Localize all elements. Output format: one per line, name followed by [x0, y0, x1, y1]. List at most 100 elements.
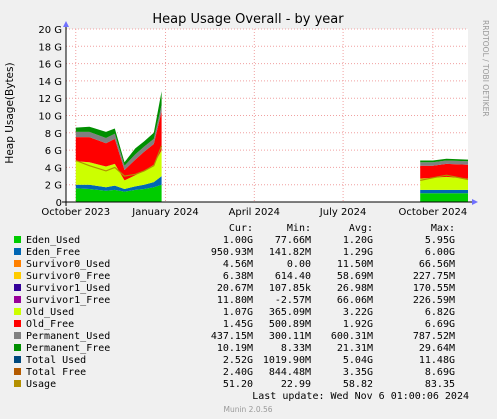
legend-value-min: 614.40	[275, 271, 311, 282]
legend-series-name: Total Free	[26, 367, 86, 378]
legend-value-cur: 6.38M	[223, 271, 253, 282]
legend-value-min: 22.99	[281, 379, 311, 390]
legend-swatch	[14, 356, 21, 363]
legend-swatch	[14, 248, 21, 255]
area-old-free	[420, 163, 468, 179]
legend-value-avg: 600.31M	[331, 331, 373, 342]
chart-title: Heap Usage Overall - by year	[152, 12, 344, 27]
area-eden-used	[420, 193, 468, 202]
legend-value-min: 365.09M	[269, 307, 311, 318]
legend-value-cur: 1.07G	[223, 307, 253, 318]
legend-value-avg: 1.20G	[343, 235, 373, 246]
y-tick-label: 14 G	[38, 77, 62, 88]
rrdtool-side-label: RRDTOOL / TOBI OETIKER	[481, 20, 490, 117]
x-tick-label: January 2024	[131, 207, 199, 218]
legend-value-avg: 3.22G	[343, 307, 373, 318]
legend-series-name: Permanent_Free	[26, 343, 110, 354]
legend-value-max: 29.64M	[419, 343, 455, 354]
y-axis-label: Heap Usage(Bytes)	[4, 62, 16, 163]
area-eden-free	[420, 189, 468, 194]
legend-value-cur: 10.19M	[217, 343, 253, 354]
legend-value-max: 6.00G	[425, 247, 455, 258]
legend-value-cur: 2.52G	[223, 355, 253, 366]
legend-value-max: 8.69G	[425, 367, 455, 378]
legend-value-avg: 58.69M	[337, 271, 373, 282]
x-tick-label: October 2024	[399, 207, 468, 218]
legend-value-max: 66.56M	[419, 259, 455, 270]
legend-series-name: Survivor1_Used	[26, 283, 110, 294]
legend-series-name: Eden_Free	[26, 247, 80, 258]
y-tick-label: 6 G	[45, 146, 62, 157]
legend-swatch	[14, 368, 21, 375]
legend-value-min: 141.82M	[269, 247, 311, 258]
legend-series-name: Survivor0_Free	[26, 271, 110, 282]
legend-swatch	[14, 272, 21, 279]
legend-header-avg: Avg:	[349, 223, 373, 234]
legend-series-name: Survivor1_Free	[26, 295, 110, 306]
munin-version: Munin 2.0.56	[223, 405, 272, 414]
legend-value-cur: 1.45G	[223, 319, 253, 330]
legend-value-max: 787.52M	[413, 331, 455, 342]
y-tick-label: 20 G	[38, 25, 62, 36]
legend-value-min: 500.89M	[269, 319, 311, 330]
legend-header-max: Max:	[431, 223, 455, 234]
legend-value-cur: 20.67M	[217, 283, 253, 294]
legend-series-name: Survivor0_Used	[26, 259, 110, 270]
legend-value-avg: 58.82	[343, 379, 373, 390]
legend-value-min: 8.33M	[281, 343, 311, 354]
legend-value-min: 0.00	[287, 259, 311, 270]
legend-value-max: 6.82G	[425, 307, 455, 318]
legend-swatch	[14, 296, 21, 303]
legend-swatch	[14, 320, 21, 327]
legend-value-cur: 4.56M	[223, 259, 253, 270]
legend-swatch	[14, 308, 21, 315]
legend-header-min: Min:	[287, 223, 311, 234]
legend-swatch	[14, 236, 21, 243]
legend-value-cur: 950.93M	[211, 247, 253, 258]
legend-series-name: Permanent_Used	[26, 331, 110, 342]
y-tick-label: 2 G	[45, 181, 62, 192]
last-update: Last update: Wed Nov 6 01:00:06 2024	[252, 391, 469, 402]
legend-value-min: 844.48M	[269, 367, 311, 378]
y-tick-label: 12 G	[38, 94, 62, 105]
legend-value-cur: 437.15M	[211, 331, 253, 342]
legend-value-min: 107.85k	[269, 283, 311, 294]
x-tick-label: July 2024	[319, 207, 367, 218]
y-tick-label: 8 G	[45, 129, 62, 140]
legend-value-avg: 66.06M	[337, 295, 373, 306]
legend-value-max: 170.55M	[413, 283, 455, 294]
legend-value-max: 83.35	[425, 379, 455, 390]
legend-value-min: -2.57M	[275, 295, 311, 306]
legend-series-name: Old_Used	[26, 307, 74, 318]
x-tick-label: October 2023	[41, 207, 110, 218]
legend-header-cur: Cur:	[229, 223, 253, 234]
legend-value-min: 77.66M	[275, 235, 311, 246]
legend-value-avg: 11.50M	[337, 259, 373, 270]
legend-value-avg: 5.04G	[343, 355, 373, 366]
legend-series-name: Eden_Used	[26, 235, 80, 246]
legend-value-max: 226.59M	[413, 295, 455, 306]
legend-value-max: 227.75M	[413, 271, 455, 282]
legend-value-min: 1019.90M	[263, 355, 311, 366]
y-tick-label: 4 G	[45, 163, 62, 174]
y-tick-label: 16 G	[38, 60, 62, 71]
x-tick-label: April 2024	[229, 207, 280, 218]
legend-value-cur: 11.80M	[217, 295, 253, 306]
y-tick-label: 10 G	[38, 112, 62, 123]
legend-value-max: 6.69G	[425, 319, 455, 330]
legend-value-avg: 26.98M	[337, 283, 373, 294]
legend-series-name: Old_Free	[26, 319, 74, 330]
legend-series-name: Total Used	[26, 355, 86, 366]
legend-swatch	[14, 332, 21, 339]
legend-swatch	[14, 260, 21, 267]
legend-swatch	[14, 284, 21, 291]
legend-value-avg: 1.29G	[343, 247, 373, 258]
legend-swatch	[14, 380, 21, 387]
legend-series-name: Usage	[26, 379, 56, 390]
y-tick-label: 18 G	[38, 42, 62, 53]
legend-value-max: 5.95G	[425, 235, 455, 246]
legend-swatch	[14, 344, 21, 351]
legend-value-min: 300.11M	[269, 331, 311, 342]
legend-value-cur: 1.00G	[223, 235, 253, 246]
legend-value-avg: 3.35G	[343, 367, 373, 378]
